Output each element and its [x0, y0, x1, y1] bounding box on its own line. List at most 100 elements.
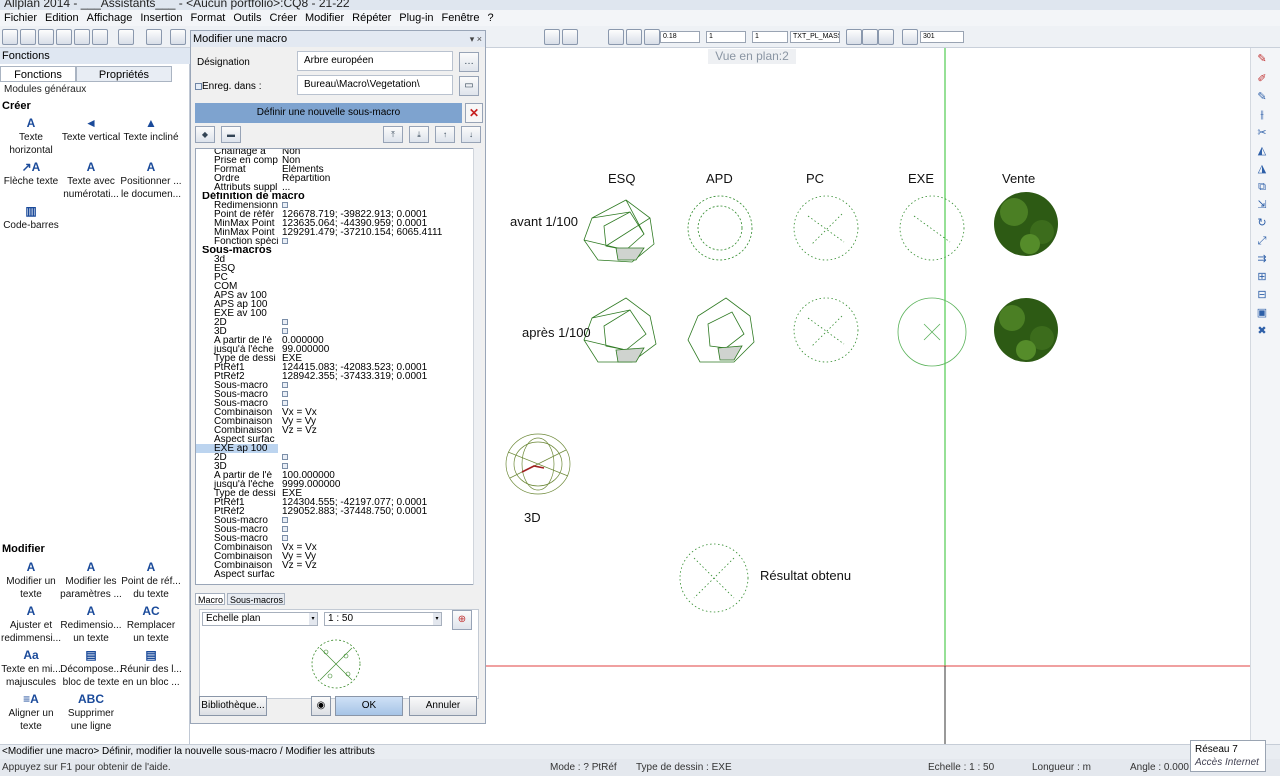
- tree-row-value[interactable]: ...: [282, 183, 472, 192]
- tree-row[interactable]: 3d: [196, 255, 474, 264]
- tree-row[interactable]: PtRéf2 129052.883; -37448.750; 0.0001: [196, 507, 474, 516]
- scale-indicator[interactable]: Echelle : 1 : 50: [928, 759, 994, 776]
- menu-item-11[interactable]: ?: [483, 12, 497, 24]
- tree-row[interactable]: Aspect surfac: [196, 570, 474, 579]
- tree-row[interactable]: Fonction spéci: [196, 237, 474, 246]
- ok-button[interactable]: OK: [335, 696, 403, 716]
- tool-create-tools-2[interactable]: ▲ Texte incliné: [120, 116, 182, 144]
- tree-row-value[interactable]: [282, 516, 472, 525]
- tree-row-value[interactable]: [282, 462, 472, 471]
- menu-item-1[interactable]: Edition: [41, 12, 83, 24]
- move-top-icon[interactable]: ⤒: [383, 126, 403, 143]
- redo-icon[interactable]: [170, 29, 186, 45]
- tree-row-checkbox[interactable]: [282, 400, 288, 406]
- break-icon[interactable]: ⊟: [1255, 288, 1269, 302]
- tree-row[interactable]: Sous-macro: [196, 381, 474, 390]
- rotate-icon[interactable]: ↻: [1255, 216, 1269, 230]
- menu-item-6[interactable]: Créer: [266, 12, 302, 24]
- tree-row-value[interactable]: [282, 237, 472, 246]
- pen-thickness-select[interactable]: 0.18: [660, 31, 700, 43]
- tool-modify-tools-1[interactable]: A Modifier les paramètres ...: [60, 560, 122, 601]
- tree-row[interactable]: Sous-macro: [196, 390, 474, 399]
- new-document-icon[interactable]: [2, 29, 18, 45]
- tree-row[interactable]: 2D: [196, 318, 474, 327]
- tree-row[interactable]: 3D: [196, 462, 474, 471]
- tree-row-value[interactable]: Eléments: [282, 165, 472, 174]
- paint-icon[interactable]: ✎: [1255, 90, 1269, 104]
- tree-row[interactable]: MinMax Point 123635.064; -44390.959; 0.00…: [196, 219, 474, 228]
- define-submacro-button[interactable]: Définir une nouvelle sous-macro: [195, 103, 462, 123]
- join-icon[interactable]: ⊞: [1255, 270, 1269, 284]
- tree-row-value[interactable]: 124415.083; -42083.523; 0.0001: [282, 363, 472, 372]
- tree-row[interactable]: MinMax Point 129291.479; -37210.154; 6065…: [196, 228, 474, 237]
- tree-row[interactable]: Sous-macros: [196, 246, 474, 255]
- mode-indicator[interactable]: Mode : ? PtRéf: [550, 759, 617, 776]
- eraser-icon[interactable]: ✎: [1255, 52, 1269, 66]
- tool-modify-tools-3[interactable]: A Ajuster et redimmensi...: [0, 604, 62, 645]
- scale-type-select[interactable]: Echelle plan ▾: [202, 612, 318, 626]
- menu-item-3[interactable]: Insertion: [136, 12, 186, 24]
- layers-lock-icon[interactable]: [878, 29, 894, 45]
- plan-icon[interactable]: [562, 29, 578, 45]
- tree-row[interactable]: ESQ: [196, 264, 474, 273]
- tree-row[interactable]: Sous-macro: [196, 516, 474, 525]
- tree-row-checkbox[interactable]: [282, 535, 288, 541]
- tree-row[interactable]: Attributs suppl...: [196, 183, 474, 192]
- tree-row[interactable]: COM: [196, 282, 474, 291]
- eyedropper-icon[interactable]: [644, 29, 660, 45]
- tree-row-value[interactable]: [282, 525, 472, 534]
- tree-row-value[interactable]: Vz = Vz: [282, 561, 472, 570]
- tool-create-tools-6[interactable]: ▥ Code-barres: [0, 204, 62, 232]
- menu-item-0[interactable]: Fichier: [0, 12, 41, 24]
- tree-row-value[interactable]: Vx = Vx: [282, 408, 472, 417]
- expand-icon[interactable]: ◆: [195, 126, 215, 143]
- tool-modify-tools-2[interactable]: A Point de réf... du texte: [120, 560, 182, 601]
- tool-modify-tools-4[interactable]: A Redimensio... un texte: [60, 604, 122, 645]
- line-type-select[interactable]: 1: [706, 31, 746, 43]
- tree-row-checkbox[interactable]: [282, 382, 288, 388]
- tool-modify-tools-0[interactable]: A Modifier un texte: [0, 560, 62, 601]
- line-color-select[interactable]: 1: [752, 31, 788, 43]
- menu-item-5[interactable]: Outils: [229, 12, 265, 24]
- layers-visibility-icon[interactable]: [862, 29, 878, 45]
- tool-create-tools-4[interactable]: A Texte avec numérotati...: [60, 160, 122, 201]
- tree-row-value[interactable]: Vx = Vx: [282, 543, 472, 552]
- tree-row[interactable]: Prise en comp Non: [196, 156, 474, 165]
- tree-row-checkbox[interactable]: [282, 454, 288, 460]
- tree-row-value[interactable]: Non: [282, 149, 472, 156]
- menu-item-10[interactable]: Fenêtre: [438, 12, 484, 24]
- mirror-copy-icon[interactable]: ◮: [1255, 162, 1269, 176]
- tree-row[interactable]: jusqu'à l'éche 99.000000: [196, 345, 474, 354]
- tree-row[interactable]: Combinaison Vx = Vx: [196, 408, 474, 417]
- delete-submacro-icon[interactable]: ✕: [465, 103, 483, 123]
- save-in-checkbox[interactable]: [195, 83, 202, 90]
- plot-icon[interactable]: [118, 29, 134, 45]
- tree-row-value[interactable]: 100.000000: [282, 471, 472, 480]
- menu-item-9[interactable]: Plug-in: [395, 12, 437, 24]
- folder-browse-icon[interactable]: ▭: [459, 76, 479, 96]
- tab-functions[interactable]: Fonctions: [0, 66, 76, 82]
- modify-icon[interactable]: ▣: [1255, 306, 1269, 320]
- tree-row-value[interactable]: 123635.064; -44390.959; 0.0001: [282, 219, 472, 228]
- tree-row-value[interactable]: [282, 327, 472, 336]
- save-icon[interactable]: [38, 29, 54, 45]
- tool-modify-tools-6[interactable]: Aa Texte en mi... majuscules: [0, 648, 62, 689]
- tree-row-value[interactable]: [282, 534, 472, 543]
- tree-row[interactable]: Type de dessi EXE: [196, 489, 474, 498]
- tree-row-value[interactable]: 129291.479; -37210.154; 6065.4111: [282, 228, 472, 237]
- tree-row[interactable]: EXE ap 100: [196, 444, 474, 453]
- tree-row-checkbox[interactable]: [282, 463, 288, 469]
- tree-row-value[interactable]: [282, 318, 472, 327]
- tree-row[interactable]: Chaînage à Non: [196, 149, 474, 156]
- angle-indicator[interactable]: Angle : 0.000: [1130, 759, 1189, 776]
- pencil-icon[interactable]: [626, 29, 642, 45]
- tree-row-value[interactable]: 124304.555; -42197.077; 0.0001: [282, 498, 472, 507]
- tree-row-value[interactable]: 99.000000: [282, 345, 472, 354]
- tree-row-value[interactable]: [282, 453, 472, 462]
- move-up-icon[interactable]: ↑: [435, 126, 455, 143]
- tree-row[interactable]: Combinaison Vy = Vy: [196, 417, 474, 426]
- tree-row-value[interactable]: Vy = Vy: [282, 552, 472, 561]
- tree-row-value[interactable]: Vy = Vy: [282, 417, 472, 426]
- tree-row[interactable]: Combinaison Vx = Vx: [196, 543, 474, 552]
- pen-format-icon[interactable]: [608, 29, 624, 45]
